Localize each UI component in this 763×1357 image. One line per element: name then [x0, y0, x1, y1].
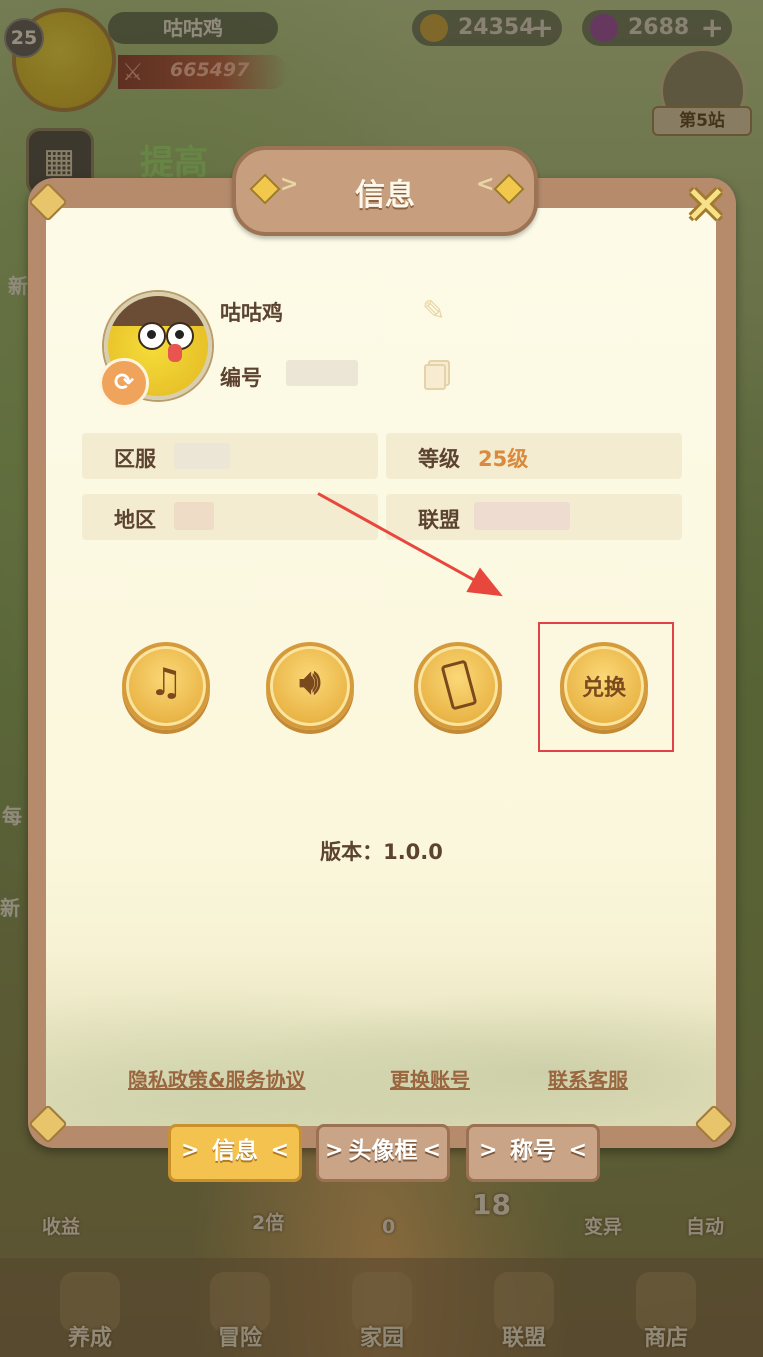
dialog-scenery: [46, 946, 716, 1126]
tab-info-label: 信息: [212, 1138, 258, 1164]
region-label: 地区: [114, 508, 156, 532]
player-id-value-redacted: [286, 360, 358, 386]
tab-title[interactable]: > 称号 <: [466, 1124, 600, 1182]
player-id-label: 编号: [220, 366, 262, 390]
level-row: 等级 25级: [386, 433, 682, 479]
sound-toggle-button[interactable]: 🔊︎: [266, 642, 354, 730]
close-button[interactable]: ✕: [682, 176, 730, 236]
server-label: 区服: [114, 447, 156, 471]
tab-info[interactable]: > 信息 <: [168, 1124, 302, 1182]
chevron-left-icon: <: [476, 172, 495, 197]
chevron-right-icon: >: [479, 1138, 498, 1163]
alliance-label: 联盟: [418, 508, 460, 532]
chevron-right-icon: >: [325, 1138, 344, 1163]
edit-name-icon[interactable]: ✎: [422, 294, 452, 327]
avatar-beak: [168, 344, 182, 362]
profile-name: 咕咕鸡: [220, 301, 283, 325]
copy-id-icon[interactable]: [422, 358, 452, 390]
tab-title-label: 称号: [510, 1138, 556, 1164]
chevron-right-icon: >: [181, 1138, 200, 1163]
server-value-redacted: [174, 443, 230, 469]
change-avatar-icon[interactable]: ⟳: [99, 358, 149, 408]
level-label: 等级: [418, 447, 460, 471]
highlight-box: [538, 622, 674, 752]
version-text: 版本：1.0.0: [320, 840, 443, 864]
server-row: 区服: [82, 433, 378, 479]
avatar-pupil: [147, 330, 156, 339]
avatar-eye: [138, 322, 166, 350]
switch-account-link[interactable]: 更换账号: [390, 1064, 470, 1093]
alliance-row: 联盟: [386, 494, 682, 540]
chevron-left-icon: <: [568, 1138, 587, 1163]
speaker-icon: 🔊︎: [299, 662, 321, 702]
avatar-pupil: [175, 330, 184, 339]
copy-icon-front: [424, 364, 446, 390]
privacy-policy-link[interactable]: 隐私政策&服务协议: [128, 1064, 305, 1093]
tab-avatar-frame-label: 头像框: [348, 1138, 418, 1164]
music-toggle-button[interactable]: ♫: [122, 642, 210, 730]
music-note-icon: ♫: [148, 660, 184, 704]
tab-avatar-frame[interactable]: > 头像框 <: [316, 1124, 450, 1182]
chevron-left-icon: <: [422, 1138, 441, 1163]
vibrate-phone-icon: [440, 659, 478, 711]
vibration-toggle-button[interactable]: [414, 642, 502, 730]
contact-support-link[interactable]: 联系客服: [548, 1064, 628, 1093]
dialog-title-plate: > 信息 <: [232, 146, 538, 236]
level-value: 25级: [478, 447, 529, 471]
region-value-redacted: [174, 502, 214, 530]
alliance-value-redacted: [474, 502, 570, 530]
close-icon: ✕: [684, 176, 728, 236]
chevron-left-icon: <: [270, 1138, 289, 1163]
avatar-hat: [108, 296, 208, 326]
